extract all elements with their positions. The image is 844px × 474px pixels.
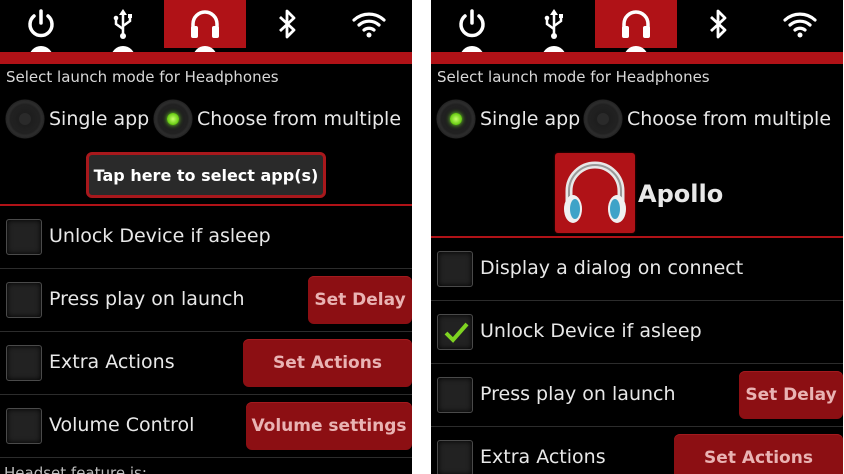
- radio-single-app[interactable]: [6, 100, 44, 138]
- option-label: Extra Actions: [480, 446, 606, 468]
- power-icon: [28, 9, 54, 38]
- tab-power[interactable]: [0, 0, 82, 48]
- radio-single-app-label[interactable]: Single app: [480, 108, 580, 130]
- radio-choose-multiple-label[interactable]: Choose from multiple: [197, 108, 401, 130]
- tab-usb[interactable]: [513, 0, 595, 48]
- selected-app-name: Apollo: [638, 180, 724, 208]
- option-row: Volume Control Volume settings: [0, 395, 412, 457]
- checkbox-unlock-device[interactable]: [437, 314, 473, 350]
- option-row: Unlock Device if asleep: [0, 206, 412, 268]
- launch-mode-group: Single app Choose from multiple: [431, 98, 843, 146]
- selected-app-tile[interactable]: [555, 153, 635, 233]
- wifi-icon: [783, 12, 817, 38]
- option-label: Press play on launch: [480, 383, 676, 405]
- radio-choose-multiple[interactable]: [154, 100, 192, 138]
- section-title: Select launch mode for Headphones: [6, 68, 279, 86]
- radio-choose-multiple[interactable]: [584, 100, 622, 138]
- option-label: Unlock Device if asleep: [480, 320, 702, 342]
- section-title: Select launch mode for Headphones: [437, 68, 710, 86]
- option-label: Display a dialog on connect: [480, 257, 744, 279]
- checkbox-display-dialog[interactable]: [437, 251, 473, 287]
- checkbox-press-play[interactable]: [437, 377, 473, 413]
- settings-screen-right: Select launch mode for Headphones Single…: [431, 0, 843, 474]
- option-label: Unlock Device if asleep: [49, 225, 271, 247]
- tab-wifi[interactable]: [759, 0, 841, 48]
- tab-wifi[interactable]: [328, 0, 410, 48]
- option-label: Extra Actions: [49, 351, 175, 373]
- set-actions-button[interactable]: Set Actions: [243, 339, 412, 387]
- radio-single-app-label[interactable]: Single app: [49, 108, 149, 130]
- option-row: Press play on launch Set Delay: [0, 269, 412, 331]
- option-row: Display a dialog on connect: [431, 238, 843, 300]
- apollo-app-icon: [564, 161, 626, 223]
- option-row: Unlock Device if asleep: [431, 301, 843, 363]
- tab-bluetooth[interactable]: [677, 0, 759, 48]
- select-apps-button[interactable]: Tap here to select app(s): [86, 152, 326, 198]
- option-row: Extra Actions Set Actions: [0, 332, 412, 394]
- settings-screen-left: Select launch mode for Headphones Single…: [0, 0, 412, 474]
- tab-headphones[interactable]: [595, 0, 677, 48]
- usb-icon: [544, 9, 563, 39]
- headphones-icon: [191, 10, 219, 38]
- tab-underline: [431, 52, 843, 64]
- wifi-icon: [352, 12, 386, 38]
- bluetooth-icon: [710, 9, 727, 39]
- checkmark-icon: [444, 322, 469, 343]
- checkbox-unlock-device[interactable]: [6, 219, 42, 255]
- divider: [0, 457, 412, 458]
- tab-bluetooth[interactable]: [246, 0, 328, 48]
- tab-power[interactable]: [431, 0, 513, 48]
- option-label: Press play on launch: [49, 288, 245, 310]
- footer-label: Headset feature is:: [4, 464, 147, 474]
- set-delay-button[interactable]: Set Delay: [308, 276, 412, 324]
- tab-bar: [431, 0, 843, 58]
- tab-headphones[interactable]: [164, 0, 246, 48]
- headphones-icon: [622, 10, 650, 38]
- checkbox-volume-control[interactable]: [6, 408, 42, 444]
- checkbox-extra-actions[interactable]: [6, 345, 42, 381]
- volume-settings-button[interactable]: Volume settings: [246, 402, 412, 450]
- radio-single-app[interactable]: [437, 100, 475, 138]
- checkbox-extra-actions[interactable]: [437, 440, 473, 474]
- tab-bar: [0, 0, 412, 58]
- bluetooth-icon: [279, 9, 296, 39]
- tab-underline: [0, 52, 412, 64]
- set-delay-button[interactable]: Set Delay: [739, 371, 843, 419]
- launch-mode-group: Single app Choose from multiple: [0, 98, 412, 146]
- set-actions-button[interactable]: Set Actions: [674, 434, 843, 474]
- usb-icon: [113, 9, 132, 39]
- tab-usb[interactable]: [82, 0, 164, 48]
- power-icon: [459, 9, 485, 38]
- checkbox-press-play[interactable]: [6, 282, 42, 318]
- radio-choose-multiple-label[interactable]: Choose from multiple: [627, 108, 831, 130]
- option-row: Press play on launch Set Delay: [431, 364, 843, 426]
- option-row: Extra Actions Set Actions: [431, 427, 843, 474]
- option-label: Volume Control: [49, 414, 195, 436]
